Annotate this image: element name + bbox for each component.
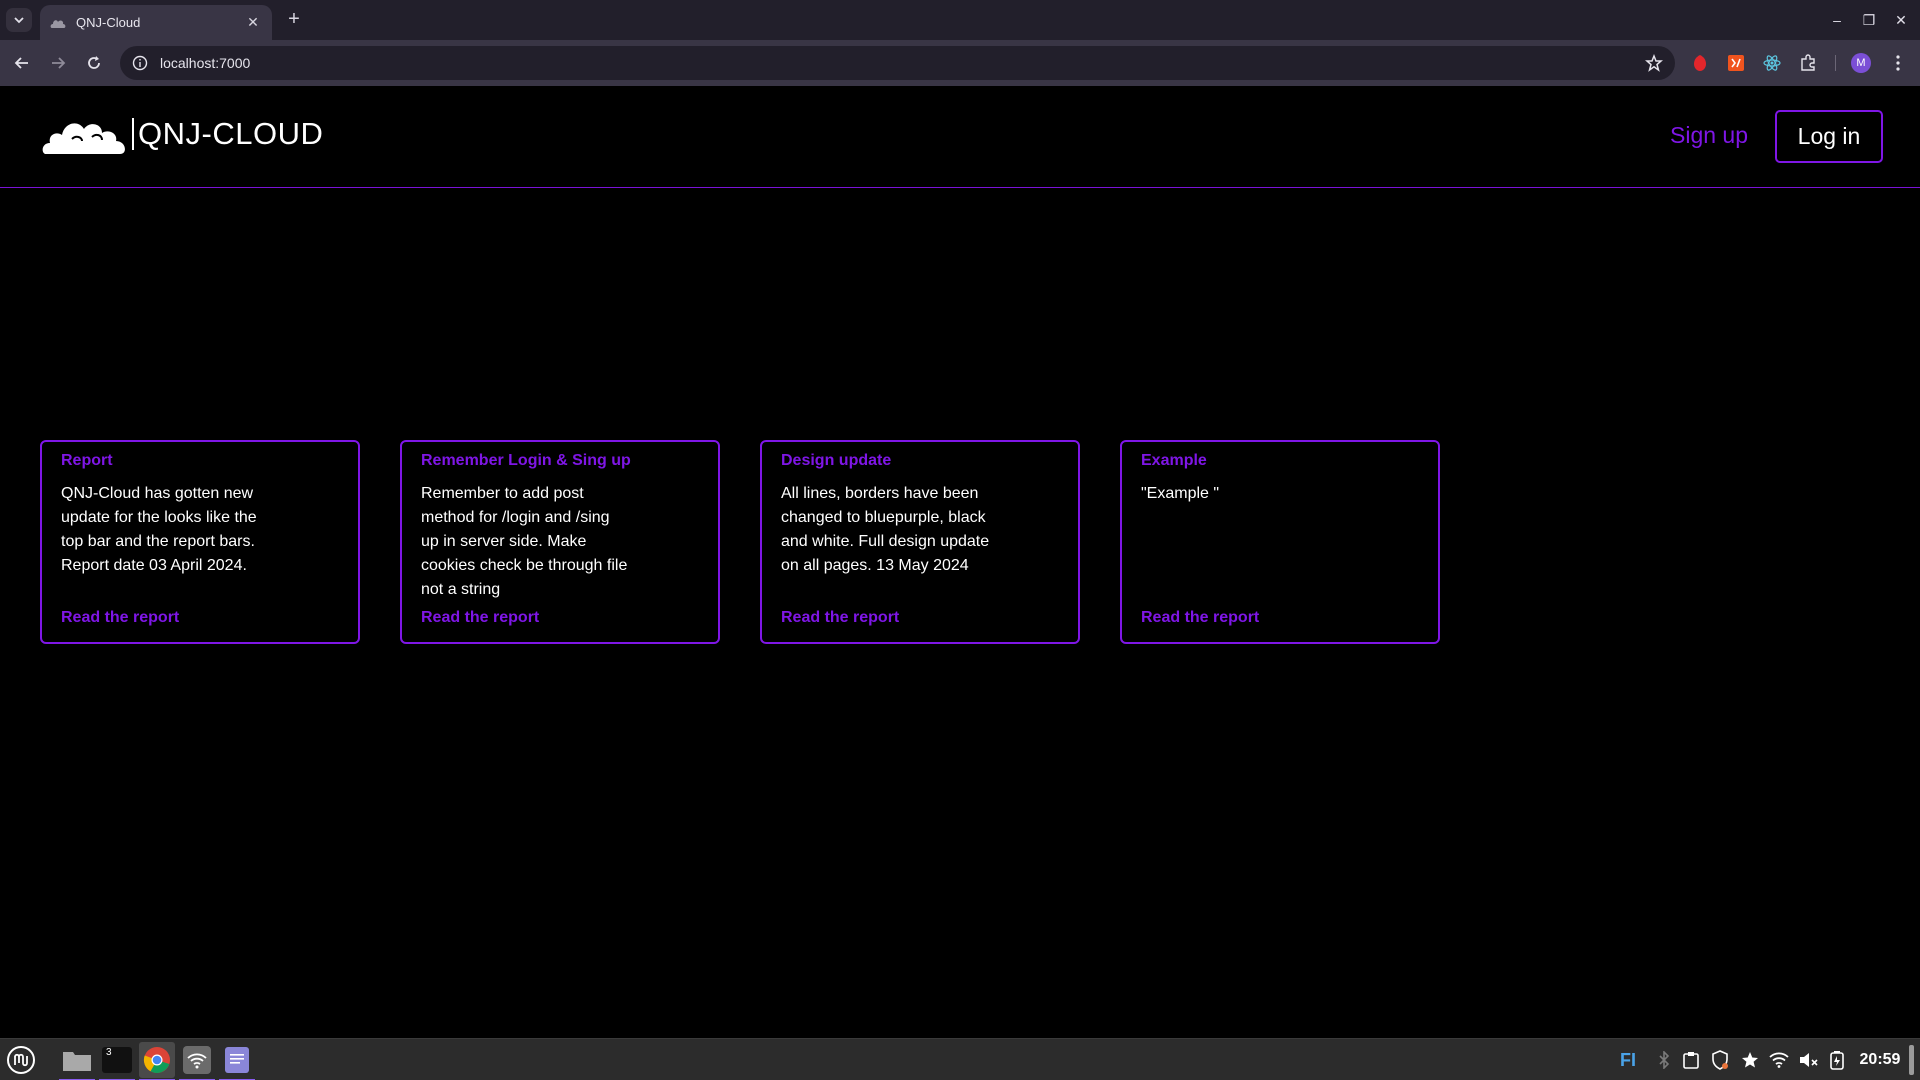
card-title: Remember Login & Sing up <box>421 452 631 469</box>
bluetooth-icon[interactable] <box>1654 1049 1674 1071</box>
logo-text: QNJ-CLOUD <box>132 118 323 150</box>
bookmark-star-icon[interactable] <box>1645 53 1663 77</box>
chrome-icon <box>143 1047 170 1074</box>
profile-avatar[interactable]: M <box>1849 51 1873 75</box>
card-title: Example <box>1141 452 1207 469</box>
address-bar[interactable]: localhost:7000 <box>120 46 1675 80</box>
address-url: localhost:7000 <box>160 55 251 71</box>
login-button[interactable]: Log in <box>1775 110 1883 163</box>
taskbar-files[interactable] <box>59 1042 95 1080</box>
mint-logo-icon <box>7 1046 35 1074</box>
menu-kebab-icon[interactable] <box>1886 51 1910 75</box>
volume-muted-icon[interactable] <box>1797 1049 1819 1071</box>
toolbar-divider <box>1835 55 1836 71</box>
clock[interactable]: 20:59 <box>1857 1049 1903 1071</box>
window-close-button[interactable]: ✕ <box>1888 8 1914 32</box>
restore-button[interactable]: ❐ <box>1856 8 1882 32</box>
taskbar-chrome[interactable] <box>139 1042 175 1080</box>
card-body: QNJ-Cloud has gotten new update for the … <box>61 485 257 574</box>
card-title: Design update <box>781 452 892 469</box>
extension-react-icon[interactable] <box>1760 51 1784 75</box>
card-title: Report <box>61 452 113 469</box>
taskbar-network-app[interactable] <box>179 1042 215 1080</box>
terminal-icon: 3 <box>102 1047 132 1073</box>
browser-toolbar: localhost:7000 M <box>0 40 1920 86</box>
os-taskbar: 3 FI 20:59 <box>0 1038 1920 1080</box>
start-menu-button[interactable] <box>3 1042 39 1078</box>
extension-red-icon[interactable] <box>1688 51 1712 75</box>
arrow-left-icon <box>14 57 28 69</box>
extensions-puzzle-icon[interactable] <box>1796 51 1820 75</box>
keyboard-layout[interactable]: FI <box>1614 1049 1642 1071</box>
report-card: Design update All lines, borders have be… <box>760 440 1080 644</box>
star-tray-icon[interactable] <box>1739 1049 1761 1071</box>
read-report-link[interactable]: Read the report <box>1141 609 1259 627</box>
terminal-badge: 3 <box>106 1047 112 1058</box>
wifi-icon[interactable] <box>1768 1049 1790 1071</box>
read-report-link[interactable]: Read the report <box>781 609 899 627</box>
info-icon <box>132 55 148 71</box>
signup-link[interactable]: Sign up <box>1670 122 1748 149</box>
site-logo[interactable]: QNJ-CLOUD <box>42 113 323 155</box>
read-report-link[interactable]: Read the report <box>421 609 539 627</box>
clipboard-icon[interactable] <box>1681 1049 1701 1071</box>
minimize-button[interactable]: – <box>1824 8 1850 32</box>
wifi-app-icon <box>183 1046 211 1074</box>
taskbar-terminal[interactable]: 3 <box>99 1042 135 1080</box>
card-body: All lines, borders have been changed to … <box>781 485 990 574</box>
report-card: Remember Login & Sing up Remember to add… <box>400 440 720 644</box>
tab-search-button[interactable] <box>6 8 32 32</box>
new-tab-button[interactable]: + <box>281 8 307 32</box>
browser-tab-strip: QNJ-Cloud ✕ + – ❐ ✕ <box>0 0 1920 40</box>
reload-button[interactable] <box>82 51 106 75</box>
site-header: QNJ-CLOUD Sign up Log in <box>0 86 1920 188</box>
taskbar-text-editor[interactable] <box>219 1042 255 1080</box>
browser-tab[interactable]: QNJ-Cloud ✕ <box>40 5 272 40</box>
tab-close-icon[interactable]: ✕ <box>244 14 262 31</box>
extension-orange-icon[interactable] <box>1724 51 1748 75</box>
card-body: Remember to add post method for /login a… <box>421 485 628 598</box>
show-desktop-button[interactable] <box>1909 1045 1914 1075</box>
chevron-down-icon <box>14 17 24 24</box>
report-card: Example "Example " Read the report <box>1120 440 1440 644</box>
back-button[interactable] <box>10 51 34 75</box>
report-card: Report QNJ-Cloud has gotten new update f… <box>40 440 360 644</box>
battery-icon[interactable] <box>1826 1049 1848 1071</box>
cloud-logo-icon <box>42 123 125 154</box>
forward-button[interactable] <box>46 51 70 75</box>
read-report-link[interactable]: Read the report <box>61 609 179 627</box>
folder-icon <box>63 1052 91 1071</box>
card-body: "Example " <box>1141 485 1220 502</box>
shield-icon[interactable] <box>1709 1049 1731 1071</box>
arrow-right-icon <box>52 57 66 69</box>
web-page: QNJ-CLOUD Sign up Log in Report QNJ-Clou… <box>0 86 1920 1038</box>
cloud-favicon-icon <box>50 15 66 31</box>
profile-initial: M <box>1851 53 1871 73</box>
tab-title: QNJ-Cloud <box>76 15 141 30</box>
reload-icon <box>88 56 100 69</box>
text-editor-icon <box>225 1047 249 1073</box>
